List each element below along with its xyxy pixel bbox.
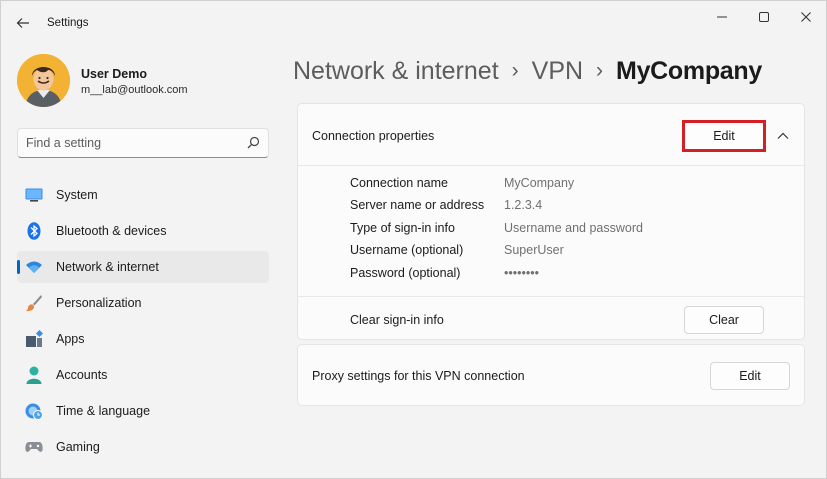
minimize-button[interactable] <box>702 5 742 29</box>
sidebar-item-accounts[interactable]: Accounts <box>17 359 269 391</box>
property-label: Password (optional) <box>350 266 461 280</box>
wifi-icon <box>25 258 43 276</box>
user-email: m__lab@outlook.com <box>81 84 188 96</box>
edit-connection-button[interactable]: Edit <box>684 121 764 151</box>
sidebar-item-label: Time & language <box>56 404 151 418</box>
sidebar-item-network[interactable]: Network & internet <box>17 251 269 283</box>
app-title: Settings <box>47 17 89 29</box>
breadcrumb: Network & internet › VPN › MyCompany <box>293 53 762 89</box>
breadcrumb-item-vpn[interactable]: VPN <box>532 57 583 86</box>
user-avatar-icon <box>17 54 70 107</box>
proxy-settings-card: Proxy settings for this VPN connection E… <box>297 344 805 406</box>
globe-clock-icon <box>25 402 43 420</box>
sidebar-item-label: Apps <box>56 332 85 346</box>
sidebar-item-label: Personalization <box>56 296 142 310</box>
proxy-settings-label: Proxy settings for this VPN connection <box>312 369 525 383</box>
property-value: Username and password <box>504 221 643 235</box>
breadcrumb-separator: › <box>596 59 604 82</box>
sidebar-item-gaming[interactable]: Gaming <box>17 431 269 463</box>
close-button[interactable] <box>786 5 826 29</box>
breadcrumb-separator: › <box>511 59 519 82</box>
edit-proxy-button[interactable]: Edit <box>710 362 790 390</box>
property-label: Username (optional) <box>350 243 464 257</box>
close-icon <box>801 12 811 22</box>
back-button[interactable] <box>11 11 35 35</box>
property-label: Type of sign-in info <box>350 221 455 235</box>
property-value: 1.2.3.4 <box>504 198 543 212</box>
search-icon[interactable] <box>245 135 261 151</box>
property-label: Connection name <box>350 176 448 190</box>
clear-signin-row: Clear sign-in info Clear <box>298 296 804 340</box>
sidebar-item-system[interactable]: System <box>17 179 269 211</box>
maximize-icon <box>759 12 769 22</box>
settings-window: Settings User Demo m__lab@outlook.com Fi… <box>0 0 827 479</box>
sidebar-item-time-language[interactable]: Time & language <box>17 395 269 427</box>
page-title: MyCompany <box>616 56 762 85</box>
sidebar-item-personalization[interactable]: Personalization <box>17 287 269 319</box>
monitor-icon <box>25 186 43 204</box>
avatar[interactable] <box>17 54 70 107</box>
card-title: Connection properties <box>312 129 435 143</box>
title-bar: Settings <box>1 1 827 39</box>
gamepad-icon <box>25 438 43 456</box>
connection-properties-header[interactable]: Connection properties Edit <box>298 104 804 166</box>
sidebar-item-label: System <box>56 188 98 202</box>
active-indicator <box>17 260 20 274</box>
property-value: MyCompany <box>504 176 575 190</box>
sidebar-item-label: Gaming <box>56 440 100 454</box>
clear-button[interactable]: Clear <box>684 306 764 334</box>
maximize-button[interactable] <box>744 5 784 29</box>
chevron-up-icon[interactable] <box>776 129 790 143</box>
apps-icon <box>25 330 43 348</box>
property-label: Server name or address <box>350 198 485 212</box>
sidebar-item-bluetooth[interactable]: Bluetooth & devices <box>17 215 269 247</box>
back-arrow-icon <box>16 18 29 28</box>
bluetooth-icon <box>25 222 43 240</box>
sidebar-item-label: Accounts <box>56 368 108 382</box>
person-icon <box>25 366 43 384</box>
property-value: •••••••• <box>504 266 540 280</box>
search-input[interactable] <box>17 128 269 158</box>
sidebar-item-apps[interactable]: Apps <box>17 323 269 355</box>
property-value: SuperUser <box>504 243 564 257</box>
sidebar-item-label: Network & internet <box>56 260 159 274</box>
connection-properties-card: Connection properties Edit Connection na… <box>297 103 805 340</box>
user-name: User Demo <box>81 67 147 81</box>
clear-signin-label: Clear sign-in info <box>350 313 444 327</box>
sidebar-item-label: Bluetooth & devices <box>56 224 167 238</box>
minimize-icon <box>717 16 727 18</box>
paintbrush-icon <box>25 294 43 312</box>
breadcrumb-item-network[interactable]: Network & internet <box>293 57 499 86</box>
